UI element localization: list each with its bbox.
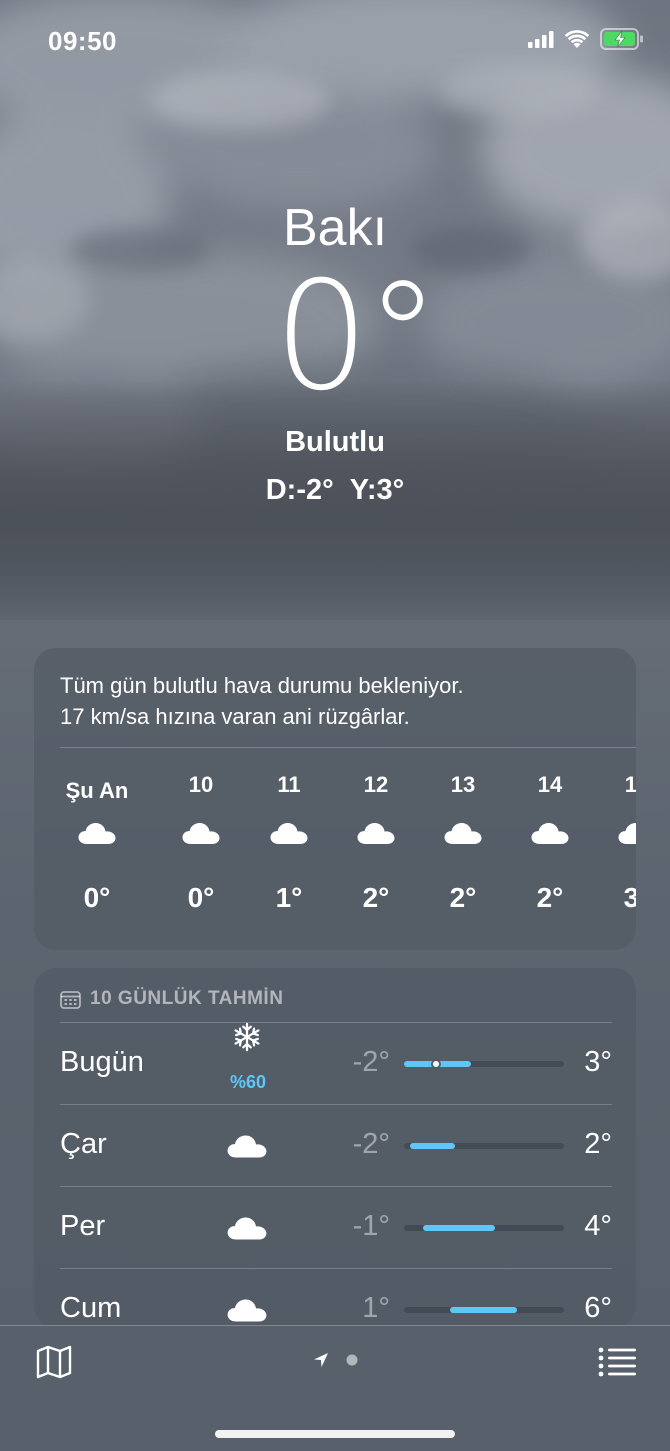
hourly-time: 11 xyxy=(277,772,301,797)
daily-forecast-card[interactable]: 10 GÜNLÜK TAHMİN Bugün %60 -2° 3° Çar -2° 2° Pe… xyxy=(34,968,636,1328)
home-indicator[interactable] xyxy=(215,1430,455,1438)
summary-line-1: Tüm gün bulutlu hava durumu bekleniyor. xyxy=(60,673,464,698)
snowflake-icon xyxy=(234,1022,260,1052)
day-row[interactable]: Per -1° 4° xyxy=(60,1186,612,1268)
hourly-time: 12 xyxy=(363,772,389,797)
day-row[interactable]: Cum 1° 6° xyxy=(60,1268,612,1328)
temperature-range-fill xyxy=(450,1307,517,1313)
hourly-temperature: 2° xyxy=(536,882,564,913)
current-temperature: 0° xyxy=(273,250,440,424)
cloud-icon xyxy=(531,823,569,844)
hourly-time: 13 xyxy=(450,772,476,797)
status-icons xyxy=(528,28,644,50)
day-low-temperature: -1° xyxy=(352,1210,390,1242)
page-indicator[interactable] xyxy=(312,1351,358,1369)
hourly-time: 14 xyxy=(537,772,563,797)
status-bar: 09:50 xyxy=(0,0,670,80)
daily-forecast-title: 10 GÜNLÜK TAHMİN xyxy=(90,988,284,1009)
day-row[interactable]: Bugün %60 -2° 3° xyxy=(60,1022,612,1104)
hourly-temperature: 1° xyxy=(275,882,303,913)
city-name: Bakı xyxy=(282,199,388,257)
summary-line-2: 17 km/sa hızına varan ani rüzgârlar. xyxy=(60,704,410,729)
hourly-icon-wrapper xyxy=(356,818,396,848)
hourly-icon-wrapper xyxy=(530,818,570,848)
low-high-temperatures: D:-2° Y:3° xyxy=(0,474,670,507)
hourly-icon-wrapper xyxy=(269,818,309,848)
hourly-temperature: 2° xyxy=(362,882,390,913)
day-low-temperature: -2° xyxy=(352,1128,390,1160)
hourly-divider xyxy=(60,747,636,748)
cloud-icon xyxy=(182,823,220,844)
temperature-range-fill xyxy=(423,1225,495,1231)
day-high-temperature: 3° xyxy=(584,1046,612,1078)
wifi-icon xyxy=(564,30,590,48)
cellular-signal-icon xyxy=(528,31,554,48)
precipitation-chance: %60 xyxy=(229,1072,267,1092)
cloud-icon xyxy=(270,823,308,844)
day-high-temperature: 2° xyxy=(584,1128,612,1160)
temperature-range-bar xyxy=(404,1143,564,1149)
day-name: Çar xyxy=(60,1128,107,1160)
hourly-temperature: 0° xyxy=(187,882,215,913)
day-high-temperature: 4° xyxy=(584,1210,612,1242)
temperature-range-bar xyxy=(404,1225,564,1231)
cloud-icon xyxy=(227,1135,267,1158)
day-icon-wrapper xyxy=(232,1022,274,1054)
battery-charging-icon xyxy=(600,28,643,50)
forecast-summary: Tüm gün bulutlu hava durumu bekleniyor. … xyxy=(60,670,464,732)
location-arrow-icon[interactable] xyxy=(312,1351,330,1369)
hourly-icon-wrapper xyxy=(617,818,636,848)
day-row[interactable]: Çar -2° 2° xyxy=(60,1104,612,1186)
hourly-temperature: 0° xyxy=(83,882,111,913)
status-time: 09:50 xyxy=(48,26,117,56)
temperature-range-bar xyxy=(404,1307,564,1313)
day-name: Cum xyxy=(60,1292,122,1324)
day-low-temperature: -2° xyxy=(352,1046,390,1078)
hourly-icon-wrapper xyxy=(181,818,221,848)
map-icon[interactable] xyxy=(34,1342,74,1382)
hourly-icon-wrapper xyxy=(77,818,117,848)
hourly-time: Şu An xyxy=(65,778,129,803)
current-condition: Bulutlu xyxy=(285,426,385,458)
daily-forecast-header: 10 GÜNLÜK TAHMİN xyxy=(60,988,283,1010)
cloud-icon xyxy=(444,823,482,844)
day-name: Bugün xyxy=(60,1046,144,1078)
list-icon[interactable] xyxy=(598,1346,636,1378)
day-icon-wrapper xyxy=(226,1212,268,1244)
high-temperature: Y:3° xyxy=(349,474,405,506)
hourly-time: 10 xyxy=(188,772,214,797)
day-icon-wrapper xyxy=(226,1294,268,1326)
low-temperature: D:-2° xyxy=(265,474,334,506)
temperature-range-fill xyxy=(410,1143,455,1149)
cloud-icon xyxy=(227,1217,267,1240)
page-dot[interactable] xyxy=(346,1354,358,1366)
cloud-icon xyxy=(357,823,395,844)
day-name: Per xyxy=(60,1210,106,1242)
cloud-icon xyxy=(227,1299,267,1322)
day-icon-wrapper xyxy=(226,1130,268,1162)
hourly-temperature: 2° xyxy=(449,882,477,913)
hourly-forecast-card[interactable]: Tüm gün bulutlu hava durumu bekleniyor. … xyxy=(34,648,636,950)
hourly-temperature: 3° xyxy=(623,882,636,913)
day-high-temperature: 6° xyxy=(584,1292,612,1324)
cloud-icon xyxy=(78,823,116,844)
calendar-icon xyxy=(60,990,81,1009)
hourly-time: 15 xyxy=(624,772,636,797)
temperature-range-bar xyxy=(404,1061,564,1067)
day-low-temperature: 1° xyxy=(362,1292,390,1324)
hourly-icon-wrapper xyxy=(443,818,483,848)
current-temperature-dot xyxy=(433,1061,439,1067)
cloud-icon xyxy=(618,823,636,844)
